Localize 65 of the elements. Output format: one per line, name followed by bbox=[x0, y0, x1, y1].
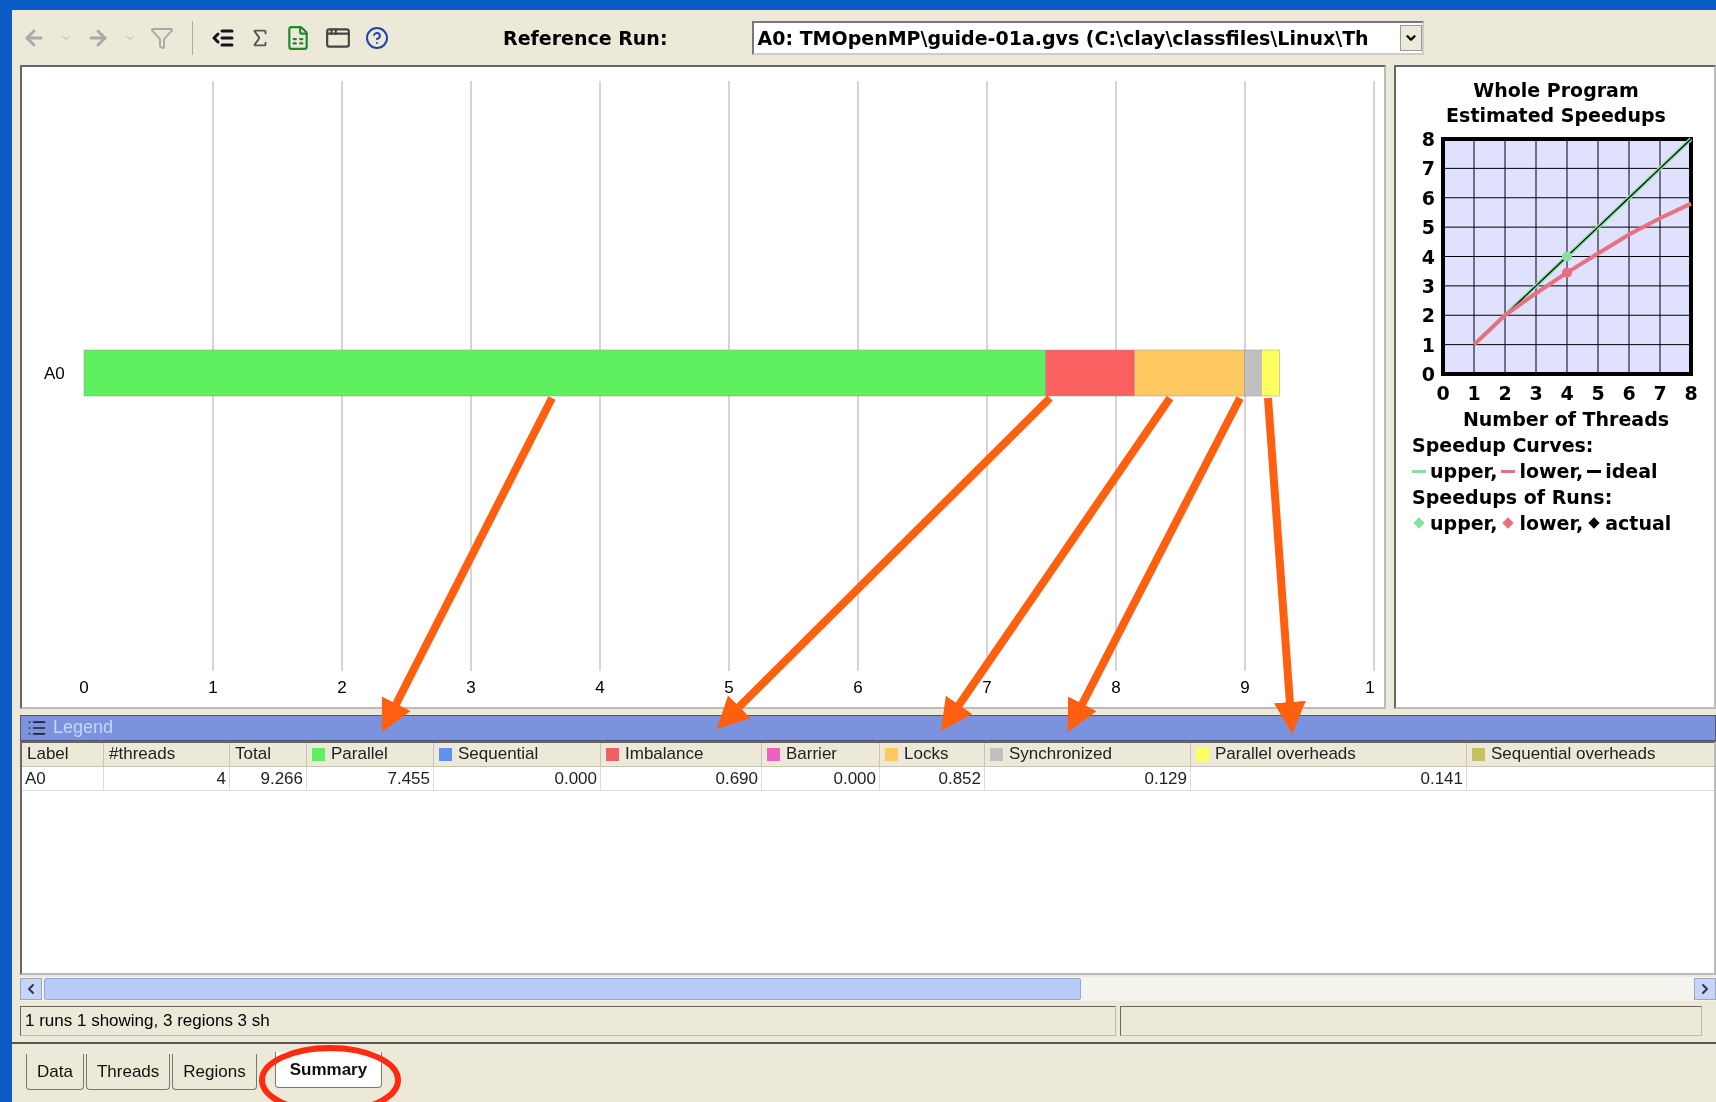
legend-heading: Speedup Curves: bbox=[1412, 433, 1594, 458]
tick-label: 1 bbox=[1421, 333, 1435, 356]
table-cell: 0.852 bbox=[880, 766, 985, 791]
tick-label: 5 bbox=[724, 678, 734, 697]
header-label: Imbalance bbox=[625, 744, 704, 765]
tick-label: 2 bbox=[1421, 304, 1435, 327]
tick-label: 4 bbox=[595, 678, 605, 697]
axis-label: Number of Threads bbox=[1462, 408, 1670, 430]
header-label: Sequential overheads bbox=[1491, 744, 1656, 765]
header-label: #threads bbox=[109, 744, 176, 765]
legend-label: upper, bbox=[1430, 459, 1498, 484]
tick-label: 7 bbox=[1653, 382, 1667, 404]
tick-label: 1 bbox=[208, 678, 218, 697]
header-label: Label bbox=[27, 744, 69, 765]
header-label: Parallel bbox=[331, 744, 388, 765]
legend-label: lower, bbox=[1519, 459, 1584, 484]
table-cell: 4 bbox=[104, 766, 230, 791]
status-text: 1 runs 1 showing, 3 regions 3 sh bbox=[20, 1006, 1116, 1036]
header-label: Locks bbox=[904, 744, 949, 765]
tick-label: 1 bbox=[1365, 678, 1375, 697]
tick-label: 6 bbox=[853, 678, 863, 697]
table-cell: 0.000 bbox=[762, 766, 880, 791]
tick-label: 0 bbox=[79, 678, 89, 697]
tick-label: 3 bbox=[1529, 382, 1543, 404]
tick-label: 5 bbox=[1421, 216, 1435, 239]
tick-label: 3 bbox=[1421, 274, 1435, 297]
tick-label: 1 bbox=[1467, 382, 1481, 404]
row-label: A0 bbox=[44, 364, 65, 383]
header-label: Sequential bbox=[458, 744, 539, 765]
tick-label: 8 bbox=[1684, 382, 1698, 404]
tick-label: 0 bbox=[1421, 363, 1435, 385]
tick-label: 6 bbox=[1421, 186, 1435, 209]
tick-label: 6 bbox=[1622, 382, 1636, 404]
tick-label: 7 bbox=[1421, 157, 1435, 180]
legend-heading: Speedups of Runs: bbox=[1412, 485, 1613, 510]
table-cell: 0.000 bbox=[434, 766, 601, 791]
header-label: Total bbox=[235, 744, 271, 765]
table-cell: 0.141 bbox=[1191, 766, 1467, 791]
table-cell: 9.266 bbox=[230, 766, 307, 791]
tick-label: 2 bbox=[337, 678, 347, 697]
chart-title: Whole Program bbox=[1473, 79, 1639, 101]
chart-title: Estimated Speedups bbox=[1446, 104, 1666, 126]
tick-label: 4 bbox=[1560, 382, 1574, 404]
tick-label: 0 bbox=[1436, 382, 1450, 404]
tick-label: 3 bbox=[466, 678, 476, 697]
tick-label: 8 bbox=[1421, 128, 1435, 150]
tick-label: 8 bbox=[1111, 678, 1121, 697]
legend-title: Legend bbox=[53, 717, 114, 739]
legend-label: ideal bbox=[1605, 459, 1658, 484]
table-cell: A0 bbox=[22, 766, 104, 791]
tick-label: 9 bbox=[1240, 678, 1250, 697]
tick-label: 7 bbox=[982, 678, 992, 697]
header-label: Barrier bbox=[786, 744, 837, 765]
tick-label: 4 bbox=[1421, 245, 1435, 268]
header-label: Synchronized bbox=[1009, 744, 1112, 765]
legend-label: lower, bbox=[1519, 511, 1584, 536]
legend-label: upper, bbox=[1430, 511, 1498, 536]
tick-label: 5 bbox=[1591, 382, 1605, 404]
reference-run-label: Reference Run: bbox=[503, 26, 668, 49]
legend-label: actual bbox=[1605, 511, 1672, 536]
table-cell: 7.455 bbox=[307, 766, 434, 791]
header-label: Parallel overheads bbox=[1215, 744, 1356, 765]
tick-label: 2 bbox=[1498, 382, 1512, 404]
table-cell: 0.690 bbox=[601, 766, 762, 791]
table-cell: 0.129 bbox=[985, 766, 1191, 791]
